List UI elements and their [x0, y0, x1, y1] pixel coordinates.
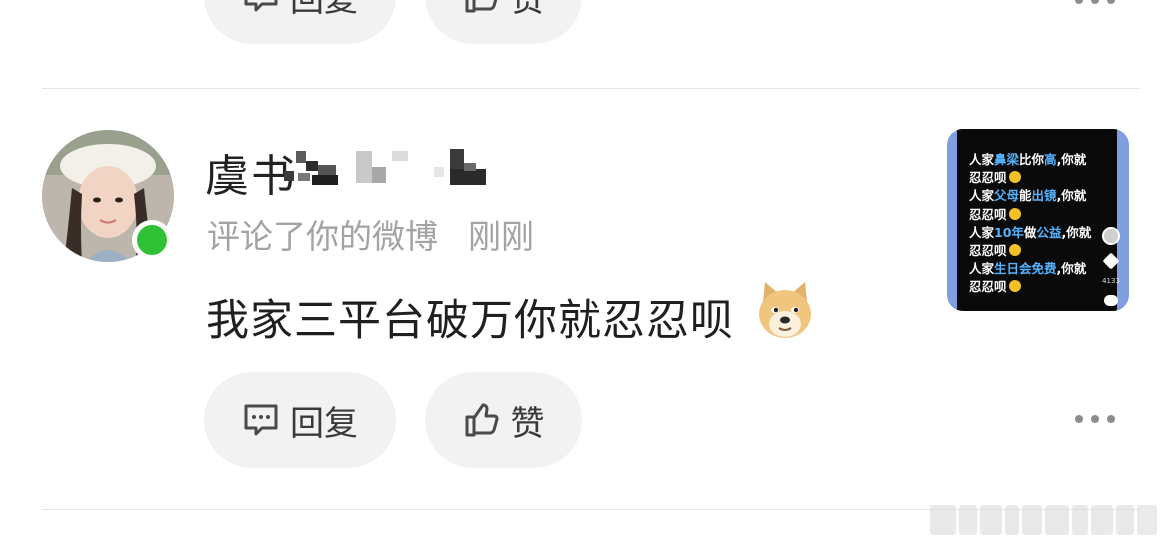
thumb-line: 忍忍呗: [969, 242, 1091, 260]
dot: [1091, 0, 1099, 4]
thumb-line: 忍忍呗: [969, 169, 1091, 187]
dot: [1075, 415, 1083, 423]
thumb-line: 人家鼻梁比你高,你就: [969, 152, 1087, 167]
comment-bubble-icon: [1104, 295, 1118, 306]
like-button[interactable]: 赞: [425, 372, 582, 468]
like-count: 4133: [1102, 277, 1120, 285]
dot: [1107, 0, 1115, 4]
dot: [1107, 415, 1115, 423]
notification-meta: 评论了你的微博 刚刚: [207, 210, 534, 258]
thumbs-up-icon: [465, 0, 497, 13]
laugh-emoji-icon: [1008, 171, 1021, 184]
laugh-emoji-icon: [1008, 244, 1021, 257]
action-text: 评论了你的微博: [207, 217, 438, 256]
online-status-indicator: [132, 220, 172, 260]
thumbnail-side-icons: 4133: [1102, 227, 1120, 306]
timestamp: 刚刚: [468, 217, 534, 256]
thumbs-up-icon: [465, 403, 498, 437]
comment-icon: [244, 404, 278, 436]
thumb-line: 忍忍呗: [969, 278, 1091, 296]
reply-label: 回复: [290, 403, 358, 444]
thumb-line: 人家10年做公益,你就: [969, 224, 1092, 240]
doge-icon: [759, 282, 811, 338]
thumb-line: 人家父母能出镜,你就: [969, 188, 1087, 204]
watermark: [930, 505, 1157, 535]
divider-top: [42, 88, 1140, 89]
comment-text: 我家三平台破万你就忍忍呗: [206, 296, 734, 346]
reply-button[interactable]: 回复: [204, 372, 396, 468]
user-avatar[interactable]: [42, 130, 174, 262]
prev-reply-button[interactable]: 回复: [204, 0, 396, 44]
more-options-button[interactable]: [1075, 415, 1115, 423]
thumb-line: 人家生日会免费,你就: [969, 261, 1087, 277]
comment-icon: [244, 0, 278, 12]
prev-like-button[interactable]: 赞: [425, 0, 582, 44]
laugh-emoji-icon: [1008, 280, 1021, 293]
author-avatar-icon: [1102, 227, 1120, 245]
laugh-emoji-icon: [1008, 207, 1021, 220]
dot: [1091, 415, 1099, 423]
post-thumbnail[interactable]: 人家鼻梁比你高,你就 忍忍呗 人家父母能出镜,你就 忍忍呗 人家10年做公益,你…: [947, 129, 1129, 311]
thumb-line: 忍忍呗: [969, 206, 1091, 224]
heart-icon: [1102, 252, 1120, 270]
prev-more-button[interactable]: [1075, 0, 1115, 4]
like-label: 赞: [510, 403, 545, 444]
prev-like-label: 赞: [511, 0, 545, 21]
dot: [1075, 0, 1083, 4]
thumbnail-text: 人家鼻梁比你高,你就 忍忍呗 人家父母能出镜,你就 忍忍呗 人家10年做公益,你…: [969, 151, 1091, 297]
username-mosaic: [284, 149, 486, 185]
prev-reply-label: 回复: [290, 0, 358, 21]
